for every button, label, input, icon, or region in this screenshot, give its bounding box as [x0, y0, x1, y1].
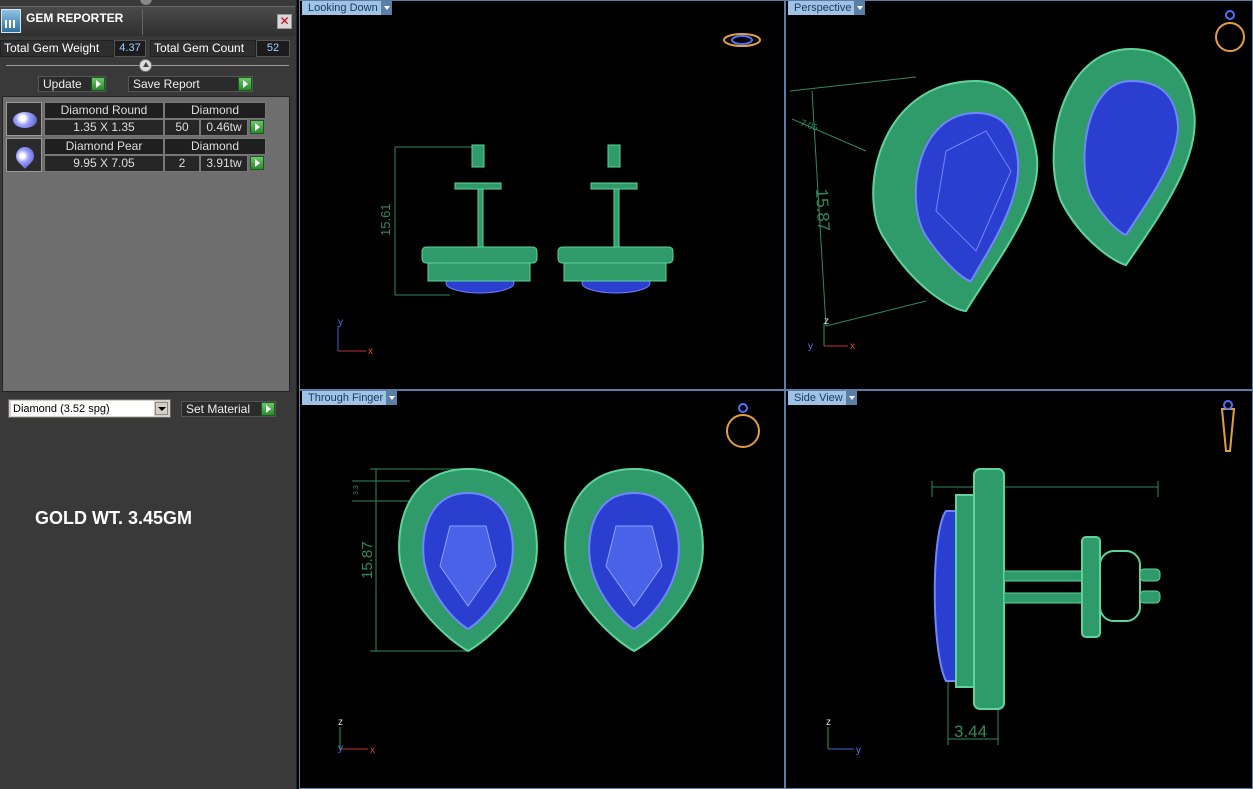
gem-row-round[interactable]: Diamond Round Diamond 1.35 X 1.35 50 0.4… — [6, 102, 266, 138]
earring-front-perspective — [872, 79, 1039, 313]
viewport-perspective[interactable]: Perspective 15.87 7.05 z y x — [785, 0, 1253, 390]
chevron-down-icon[interactable] — [857, 6, 864, 10]
earring-left-front — [398, 467, 538, 653]
axis-y-label: y — [338, 317, 343, 328]
splitter-handle[interactable] — [139, 59, 152, 72]
axis-y-label: y — [338, 743, 343, 754]
earring-right-front — [564, 467, 704, 653]
earring-right — [557, 144, 674, 294]
side-view-drawing: 3.44 z y — [826, 400, 1236, 756]
viewport-looking-down[interactable]: Looking Down 15.61 y x — [299, 0, 785, 390]
gem-reporter-icon — [1, 9, 21, 33]
gem-material: Diamond — [164, 138, 266, 155]
chevron-down-icon[interactable] — [848, 396, 855, 400]
update-button[interactable]: Update — [38, 76, 106, 92]
gem-shape: Diamond Pear — [44, 138, 164, 155]
gem-select-icon[interactable] — [250, 120, 264, 134]
axis-z-label: z — [824, 316, 829, 327]
axis-x-label: x — [370, 745, 375, 756]
set-material-button[interactable]: Set Material — [181, 401, 276, 417]
round-diamond-icon — [6, 102, 42, 136]
earring-left — [421, 144, 538, 294]
gem-count: 2 — [164, 155, 200, 172]
gem-reporter-panel: GEM REPORTER ✕ Total Gem Weight 4.37 Tot… — [0, 0, 297, 789]
ring-orientation-icon — [723, 33, 761, 47]
earring-side-profile — [933, 468, 1161, 710]
close-icon[interactable]: ✕ — [277, 14, 292, 29]
axis-y-label: y — [856, 745, 861, 756]
material-select[interactable]: Diamond (3.52 spg) — [8, 399, 171, 418]
gem-row-pear[interactable]: Diamond Pear Diamond 9.95 X 7.05 2 3.91t… — [6, 138, 266, 174]
perspective-drawing: 15.87 7.05 z y x — [789, 10, 1245, 352]
set-material-label: Set Material — [186, 402, 251, 416]
ring-orientation-icon — [1220, 400, 1236, 452]
gem-shape: Diamond Round — [44, 102, 164, 119]
gem-count: 50 — [164, 119, 200, 136]
panel-title: GEM REPORTER — [26, 11, 124, 25]
axis-z-label: z — [826, 717, 831, 728]
axis-y-label: y — [808, 341, 813, 352]
gem-select-icon[interactable] — [250, 156, 264, 170]
total-weight-value: 4.37 — [114, 40, 146, 57]
set-material-go-icon — [261, 402, 275, 416]
update-button-label: Update — [43, 77, 82, 91]
earring-back-perspective — [1052, 47, 1196, 267]
ring-orientation-icon — [726, 403, 760, 448]
save-report-go-icon — [238, 77, 252, 91]
gem-list: Diamond Round Diamond 1.35 X 1.35 50 0.4… — [2, 96, 290, 392]
through-finger-drawing: 15.87 3.3 z y x — [338, 403, 760, 756]
chevron-down-icon[interactable] — [383, 6, 390, 10]
panel-resize-grip[interactable] — [140, 0, 152, 5]
total-weight-label: Total Gem Weight — [0, 40, 114, 57]
axis-x-label: x — [850, 341, 855, 352]
height-dimension-text: 15.61 — [378, 203, 393, 236]
gem-material: Diamond — [164, 102, 266, 119]
height-dimension-text: 15.87 — [359, 541, 376, 579]
axis-x-label: x — [368, 346, 373, 357]
axis-indicator — [337, 326, 366, 352]
depth-dimension-text: 3.44 — [954, 722, 987, 741]
material-select-value: Diamond (3.52 spg) — [11, 401, 154, 416]
axis-indicator — [339, 727, 368, 750]
ring-orientation-icon — [1215, 10, 1245, 52]
axis-z-label: z — [338, 717, 343, 728]
gold-weight-note: GOLD WT. 3.45GM — [35, 508, 193, 528]
gem-weight: 3.91tw — [200, 155, 248, 172]
panel-titlebar: GEM REPORTER ✕ — [0, 6, 295, 36]
chevron-down-icon[interactable] — [389, 396, 396, 400]
small-dimension-text: 3.3 — [353, 485, 360, 495]
save-report-label: Save Report — [133, 77, 200, 91]
gem-weight: 0.46tw — [200, 119, 248, 136]
totals-row: Total Gem Weight 4.37 Total Gem Count 52 — [0, 40, 295, 58]
looking-down-drawing: 15.61 y x — [337, 33, 761, 357]
gem-size: 9.95 X 7.05 — [44, 155, 164, 172]
update-go-icon — [91, 77, 105, 91]
viewport-side-view[interactable]: Side View 3.44 z y — [785, 390, 1253, 789]
app-window: GEM REPORTER ✕ Total Gem Weight 4.37 Tot… — [0, 0, 1253, 789]
total-count-label: Total Gem Count — [150, 40, 256, 57]
chevron-down-icon[interactable] — [155, 402, 168, 415]
width-dimension-text: 7.05 — [799, 117, 819, 132]
save-report-button[interactable]: Save Report — [128, 76, 253, 92]
gem-size: 1.35 X 1.35 — [44, 119, 164, 136]
pear-diamond-icon — [6, 138, 42, 172]
viewport-through-finger[interactable]: Through Finger 15.87 3.3 z y x — [299, 390, 785, 789]
title-divider — [142, 9, 143, 35]
axis-indicator — [827, 727, 854, 750]
height-dimension-text: 15.87 — [812, 188, 833, 231]
total-count-value: 52 — [256, 40, 290, 57]
